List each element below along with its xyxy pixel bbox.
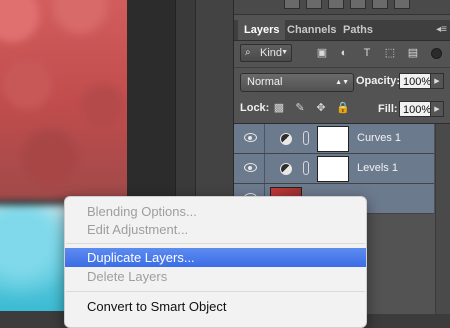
opacity-field[interactable]: 100% [399,73,431,89]
layer-mask-thumbnail[interactable] [317,156,349,182]
layer-context-menu: Blending Options... Edit Adjustment... D… [64,196,367,328]
lock-all-icon[interactable]: 🔒 [336,100,350,117]
blend-mode-value: Normal [247,76,283,88]
layer-mask-thumbnail[interactable] [317,126,349,152]
tab-paths[interactable]: Paths [337,20,379,40]
layer-name[interactable]: Curves 1 [357,124,401,153]
smart-object-filter-icon[interactable]: ▤ [406,46,420,60]
panel-tabs: Layers Channels Paths ◂≡ [234,20,450,41]
layers-scrollbar[interactable] [435,124,450,314]
lock-row: Lock: ▩ ✎ ✥ 🔒 Fill: 100% ▶ [234,97,450,121]
adjustment-icon[interactable] [306,0,322,9]
blend-row: Normal ▲▼ Opacity: 100% ▶ [234,67,450,95]
tab-layers[interactable]: Layers [238,20,286,40]
link-icon[interactable] [303,131,309,145]
adjustment-icon[interactable] [328,0,344,9]
layer-row-curves[interactable]: Curves 1 [234,124,434,154]
layer-row-levels[interactable]: Levels 1 [234,154,434,184]
filter-row: ⌕ Kind ▼ ▣ ◐ T ⬚ ▤ [234,41,450,65]
menu-separator [66,291,365,292]
search-icon: ⌕ [245,47,251,58]
eye-icon [244,133,257,142]
fill-label: Fill: [378,103,398,115]
lock-position-icon[interactable]: ✥ [314,100,328,117]
lock-transparent-icon[interactable]: ▩ [272,100,286,117]
blend-mode-select[interactable]: Normal ▲▼ [240,73,354,92]
adjustment-icon[interactable] [394,0,410,9]
menu-item-edit-adjustment[interactable]: Edit Adjustment... [65,220,366,239]
link-icon[interactable] [303,161,309,175]
menu-item-delete-layers[interactable]: Delete Layers [65,267,366,286]
adjustment-layer-icon [280,133,292,145]
lock-label: Lock: [240,102,270,114]
chevron-down-icon: ▼ [281,49,288,56]
adjustment-layer-icon [280,163,292,175]
adjustment-icon[interactable] [372,0,388,9]
filter-toggle[interactable] [431,48,442,59]
shape-filter-icon[interactable]: ⬚ [383,46,397,60]
tab-channels[interactable]: Channels [281,20,343,40]
panel-menu-icon[interactable]: ◂≡ [436,24,447,36]
opacity-label: Opacity: [356,75,401,87]
menu-item-duplicate-layers[interactable]: Duplicate Layers... [65,248,366,267]
kind-label: Kind [260,47,283,59]
adjustment-icon[interactable] [284,0,300,9]
visibility-toggle[interactable] [234,154,265,183]
kind-filter-select[interactable]: ⌕ Kind ▼ [240,44,292,62]
adjustment-filter-icon[interactable]: ◐ [337,46,351,60]
layer-name[interactable]: Levels 1 [357,154,398,183]
type-filter-icon[interactable]: T [360,46,374,60]
opacity-dropdown-icon[interactable]: ▶ [430,73,444,89]
visibility-toggle[interactable] [234,124,265,153]
fill-dropdown-icon[interactable]: ▶ [430,101,444,117]
chevron-updown-icon: ▲▼ [335,79,349,86]
menu-item-blending-options[interactable]: Blending Options... [65,202,366,221]
adjustments-toolbar [234,0,450,15]
eye-icon [244,163,257,172]
adjustment-icon[interactable] [350,0,366,9]
canvas-photo-red [0,0,127,200]
fill-field[interactable]: 100% [399,101,431,117]
menu-item-convert-smart-object[interactable]: Convert to Smart Object [65,297,366,316]
lock-paint-icon[interactable]: ✎ [293,100,307,117]
image-filter-icon[interactable]: ▣ [315,46,329,60]
menu-separator [66,243,365,244]
